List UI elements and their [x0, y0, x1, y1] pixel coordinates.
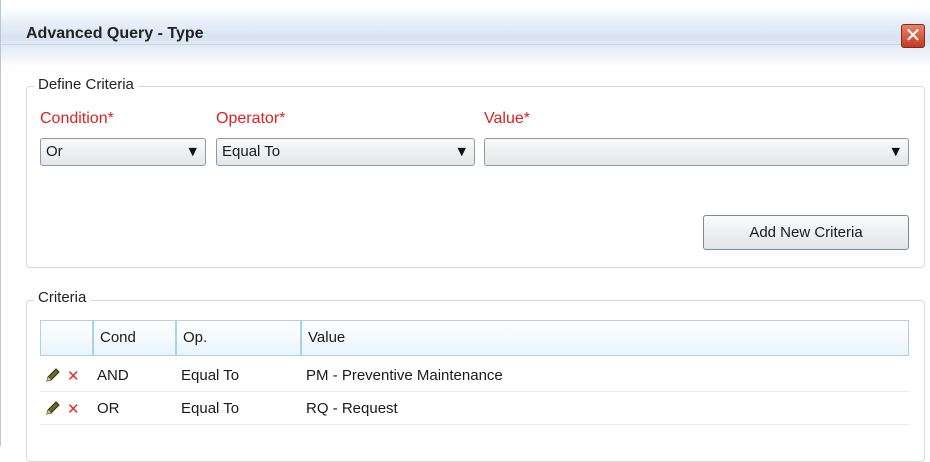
- row-op: Equal To: [181, 367, 240, 384]
- close-button[interactable]: ✕: [901, 24, 925, 48]
- chevron-down-icon: ▼: [891, 145, 900, 158]
- define-criteria-legend: Define Criteria: [34, 76, 138, 93]
- delete-x-icon[interactable]: ✕: [67, 367, 80, 385]
- advanced-query-dialog: Advanced Query - Type ✕ Define Criteria …: [0, 0, 930, 462]
- column-header-cond[interactable]: Cond: [93, 320, 176, 356]
- condition-selected-value: Or: [46, 143, 63, 160]
- title-bar[interactable]: Advanced Query - Type ✕: [1, 0, 930, 68]
- operator-dropdown[interactable]: Equal To ▼: [216, 138, 475, 166]
- table-row[interactable]: ✕ OR Equal To RQ - Request: [40, 394, 909, 425]
- chevron-down-icon: ▼: [188, 145, 197, 158]
- delete-x-icon[interactable]: ✕: [67, 400, 80, 418]
- operator-label: Operator*: [216, 110, 286, 127]
- add-new-criteria-button[interactable]: Add New Criteria: [703, 215, 909, 250]
- close-icon: ✕: [904, 23, 922, 47]
- row-value: RQ - Request: [306, 400, 398, 417]
- criteria-grid-header: Cond Op. Value: [40, 320, 909, 356]
- row-cond: AND: [97, 367, 129, 384]
- column-header-op[interactable]: Op.: [176, 320, 301, 356]
- value-dropdown[interactable]: ▼: [484, 138, 909, 166]
- column-header-value[interactable]: Value: [301, 320, 909, 356]
- pencil-edit-icon[interactable]: [44, 366, 62, 384]
- table-row[interactable]: ✕ AND Equal To PM - Preventive Maintenan…: [40, 361, 909, 392]
- condition-label: Condition*: [40, 110, 114, 127]
- row-cond: OR: [97, 400, 120, 417]
- row-value: PM - Preventive Maintenance: [306, 367, 503, 384]
- criteria-legend: Criteria: [34, 289, 91, 306]
- title-divider: [1, 44, 906, 45]
- value-label: Value*: [484, 110, 530, 127]
- chevron-down-icon: ▼: [457, 145, 466, 158]
- condition-dropdown[interactable]: Or ▼: [40, 138, 206, 166]
- operator-selected-value: Equal To: [222, 143, 281, 160]
- column-header-actions[interactable]: [40, 320, 93, 356]
- row-op: Equal To: [181, 400, 240, 417]
- pencil-edit-icon[interactable]: [44, 399, 62, 417]
- dialog-title: Advanced Query - Type: [26, 25, 204, 42]
